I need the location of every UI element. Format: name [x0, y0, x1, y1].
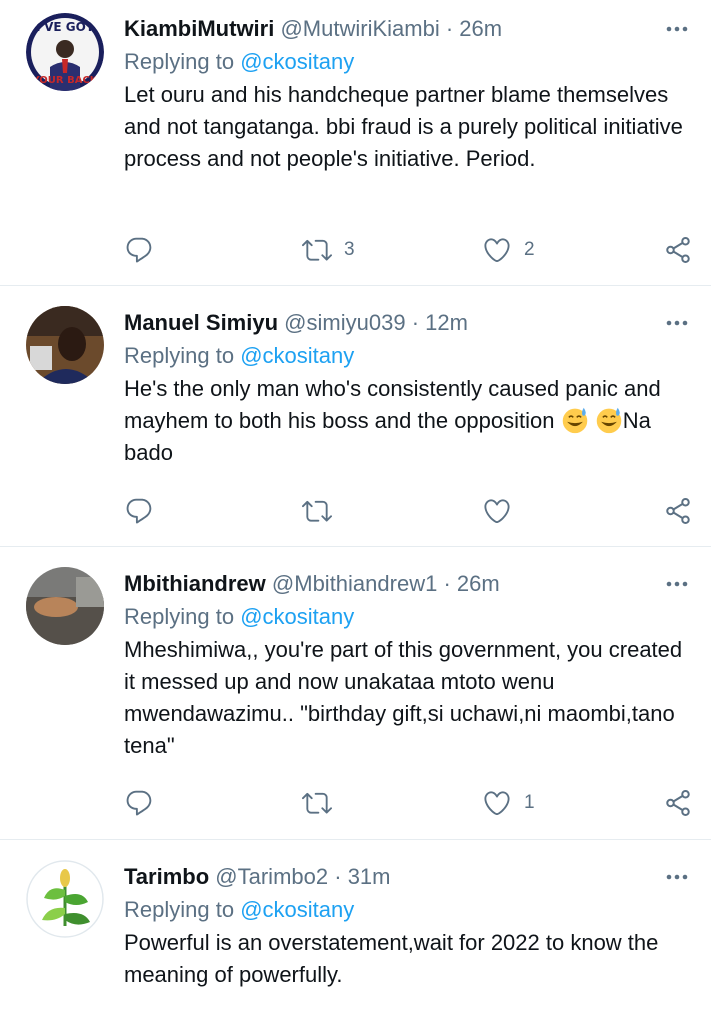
- share-icon: [663, 788, 693, 818]
- reply-icon: [124, 235, 154, 265]
- grinning-sweat-emoji-icon: [595, 406, 623, 434]
- separator-dot: ·: [411, 310, 420, 335]
- tweet[interactable]: Manuel Simiyu @simiyu039 · 12m Replying …: [0, 286, 711, 547]
- replying-to: Replying to @ckositany: [124, 340, 693, 372]
- tweet-header: KiambiMutwiri @MutwiriKiambi · 26m: [124, 12, 693, 46]
- more-options-button[interactable]: [661, 306, 693, 340]
- replying-prefix: Replying to: [124, 604, 241, 629]
- like-button[interactable]: 2: [482, 230, 535, 270]
- retweet-icon: [302, 788, 332, 818]
- reply-button[interactable]: [124, 230, 154, 270]
- display-name[interactable]: Mbithiandrew: [124, 571, 266, 596]
- separator-dot: ·: [334, 864, 342, 889]
- avatar[interactable]: [26, 306, 104, 384]
- timestamp[interactable]: 26m: [457, 571, 500, 596]
- more-icon: [665, 872, 689, 882]
- retweet-button[interactable]: 3: [302, 230, 355, 270]
- more-icon: [665, 579, 689, 589]
- reply-button[interactable]: [124, 783, 154, 823]
- share-button[interactable]: [663, 783, 693, 823]
- more-options-button[interactable]: [661, 12, 693, 46]
- user-handle[interactable]: @Tarimbo2: [215, 864, 328, 889]
- avatar-image: I'VE GOT YOUR BACK: [26, 13, 104, 91]
- tweet-content: Mbithiandrew @Mbithiandrew1 · 26m Replyi…: [124, 567, 693, 762]
- separator-dot: ·: [443, 571, 451, 596]
- user-handle[interactable]: @simiyu039: [284, 310, 405, 335]
- replying-to: Replying to @ckositany: [124, 46, 693, 78]
- mention-link[interactable]: @ckositany: [240, 897, 354, 922]
- avatar[interactable]: I'VE GOT YOUR BACK: [26, 13, 104, 91]
- separator-dot: ·: [445, 16, 454, 41]
- more-options-button[interactable]: [661, 567, 693, 601]
- replying-to: Replying to @ckositany: [124, 894, 693, 926]
- avatar-text-top: I'VE GOT: [36, 20, 95, 34]
- reply-icon: [124, 496, 154, 526]
- share-icon: [663, 496, 693, 526]
- avatar-text-bottom: YOUR BACK: [31, 75, 98, 86]
- timestamp[interactable]: 12m: [425, 310, 468, 335]
- tweet-actions: 1: [124, 783, 693, 823]
- heart-icon: [482, 788, 512, 818]
- tweet-text: He's the only man who's consistently cau…: [124, 373, 693, 469]
- mention-link[interactable]: @ckositany: [240, 49, 354, 74]
- tweet-text: Let ouru and his handcheque partner blam…: [124, 82, 683, 171]
- replying-prefix: Replying to: [124, 897, 241, 922]
- mention-link[interactable]: @ckositany: [240, 604, 354, 629]
- tweet-content: KiambiMutwiri @MutwiriKiambi · 26m Reply…: [124, 12, 693, 175]
- tweet[interactable]: I'VE GOT YOUR BACK KiambiMutwiri @Mutwir…: [0, 0, 711, 286]
- replying-to: Replying to @ckositany: [124, 601, 693, 633]
- retweet-button[interactable]: [302, 783, 332, 823]
- heart-icon: [482, 496, 512, 526]
- like-button[interactable]: 1: [482, 783, 535, 823]
- retweet-icon: [302, 496, 332, 526]
- share-button[interactable]: [663, 491, 693, 531]
- like-button[interactable]: [482, 491, 512, 531]
- tweet-header: Mbithiandrew @Mbithiandrew1 · 26m: [124, 567, 693, 601]
- grinning-sweat-emoji-icon: [561, 406, 589, 434]
- avatar-image: [26, 306, 104, 384]
- display-name[interactable]: Tarimbo: [124, 864, 209, 889]
- share-icon: [663, 235, 693, 265]
- avatar[interactable]: [26, 860, 104, 938]
- more-icon: [665, 318, 689, 328]
- tweet-actions: 3 2: [124, 230, 693, 270]
- replying-prefix: Replying to: [124, 49, 241, 74]
- retweet-icon: [302, 235, 332, 265]
- avatar-image: [26, 860, 104, 938]
- reply-feed: I'VE GOT YOUR BACK KiambiMutwiri @Mutwir…: [0, 0, 711, 1021]
- like-count: 1: [524, 792, 535, 813]
- mention-link[interactable]: @ckositany: [240, 343, 354, 368]
- tweet-header: Manuel Simiyu @simiyu039 · 12m: [124, 306, 693, 340]
- replying-prefix: Replying to: [124, 343, 241, 368]
- avatar[interactable]: [26, 567, 104, 645]
- user-handle[interactable]: @Mbithiandrew1: [272, 571, 437, 596]
- like-count: 2: [524, 239, 535, 260]
- tweet-actions: [124, 491, 693, 531]
- heart-icon: [482, 235, 512, 265]
- timestamp[interactable]: 31m: [348, 864, 391, 889]
- timestamp[interactable]: 26m: [459, 16, 502, 41]
- tweet-text: Powerful is an overstatement,wait for 20…: [124, 930, 659, 987]
- avatar-image: [26, 567, 104, 645]
- more-options-button[interactable]: [661, 860, 693, 894]
- tweet-content: Manuel Simiyu @simiyu039 · 12m Replying …: [124, 306, 693, 469]
- more-icon: [665, 24, 689, 34]
- user-handle[interactable]: @MutwiriKiambi: [280, 16, 439, 41]
- tweet[interactable]: Mbithiandrew @Mbithiandrew1 · 26m Replyi…: [0, 547, 711, 840]
- display-name[interactable]: Manuel Simiyu: [124, 310, 278, 335]
- share-button[interactable]: [663, 230, 693, 270]
- reply-button[interactable]: [124, 491, 154, 531]
- display-name[interactable]: KiambiMutwiri: [124, 16, 274, 41]
- retweet-button[interactable]: [302, 491, 332, 531]
- tweet-header: Tarimbo @Tarimbo2 · 31m: [124, 860, 693, 894]
- tweet[interactable]: Tarimbo @Tarimbo2 · 31m Replying to @cko…: [0, 840, 711, 1021]
- tweet-text: Mheshimiwa,, you're part of this governm…: [124, 637, 683, 758]
- retweet-count: 3: [344, 239, 355, 260]
- reply-icon: [124, 788, 154, 818]
- tweet-content: Tarimbo @Tarimbo2 · 31m Replying to @cko…: [124, 860, 693, 991]
